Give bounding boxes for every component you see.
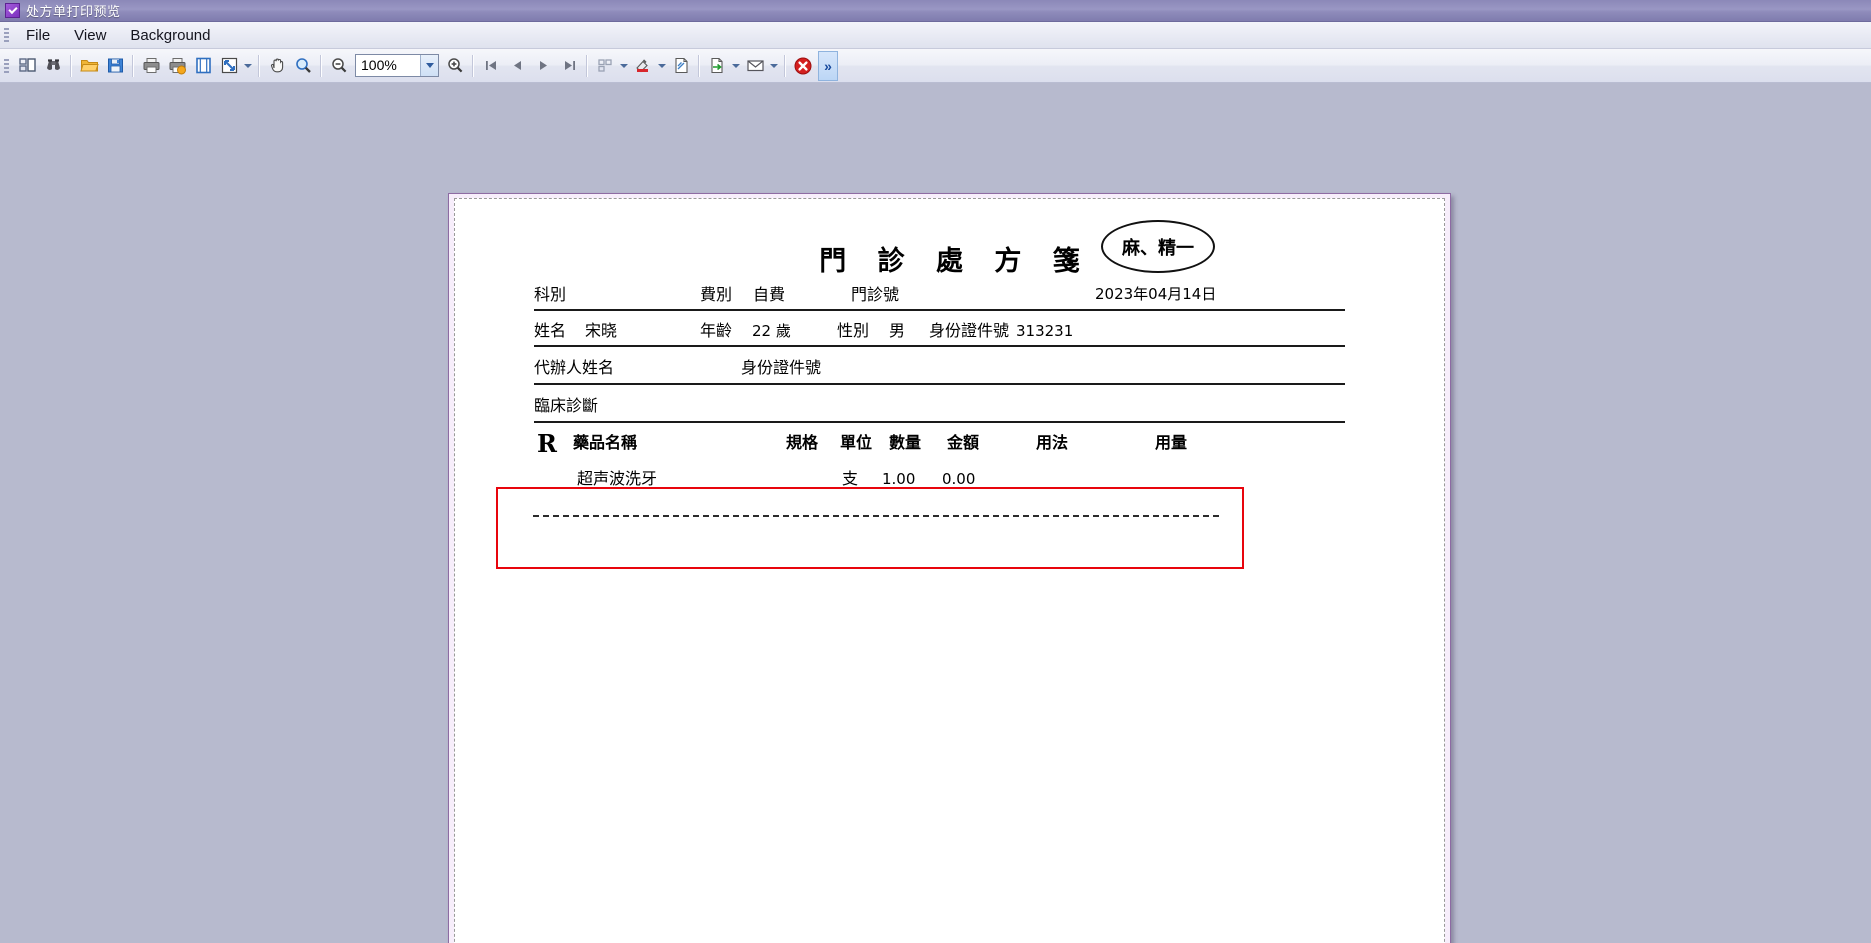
toolbar-separator — [784, 54, 786, 77]
export-dropdown-arrow[interactable] — [730, 53, 742, 79]
fee-value: 自費 — [753, 285, 786, 304]
search-icon[interactable] — [40, 53, 66, 79]
toolbar-separator — [258, 54, 260, 77]
quick-print-icon[interactable] — [164, 53, 190, 79]
print-icon[interactable] — [138, 53, 164, 79]
background-color-dropdown-arrow[interactable] — [656, 53, 668, 79]
zoom-level-value[interactable]: 100% — [356, 55, 420, 76]
toolbar-separator — [586, 54, 588, 77]
dashed-separator — [533, 515, 1219, 517]
column-header-amount: 金額 — [947, 433, 980, 452]
watermark-icon[interactable] — [668, 53, 694, 79]
menubar-grip[interactable] — [2, 26, 11, 44]
scale-icon[interactable] — [216, 53, 242, 79]
zoom-level-combobox[interactable]: 100% — [355, 54, 439, 77]
toolbar-separator — [472, 54, 474, 77]
column-header-spec: 規格 — [786, 433, 819, 452]
gender-label: 性別 — [837, 321, 870, 340]
toolbar-separator — [320, 54, 322, 77]
name-label: 姓名 — [534, 321, 567, 340]
toolbar-separator — [70, 54, 72, 77]
age-label: 年齡 — [700, 321, 733, 340]
page-content-area: 門 診 處 方 箋 麻、精一 科別 費別 自費 門診號 2023年04月14日 … — [454, 198, 1445, 943]
preview-workspace: 門 診 處 方 箋 麻、精一 科別 費別 自費 門診號 2023年04月14日 … — [0, 83, 1871, 943]
column-header-usage: 用法 — [1036, 433, 1069, 452]
table-row-amount: 0.00 — [942, 470, 976, 488]
mail-dropdown-arrow[interactable] — [768, 53, 780, 79]
zoom-in-icon[interactable] — [442, 53, 468, 79]
open-folder-icon[interactable] — [76, 53, 102, 79]
menu-bar: File View Background — [0, 22, 1871, 49]
page-title: 門 診 處 方 箋 — [819, 246, 1091, 277]
divider — [534, 345, 1345, 347]
document-map-icon[interactable] — [14, 53, 40, 79]
highlight-box — [496, 487, 1244, 569]
send-mail-icon[interactable] — [742, 53, 768, 79]
agent-id-label: 身份證件號 — [741, 358, 822, 377]
preview-page: 門 診 處 方 箋 麻、精一 科別 費別 自費 門診號 2023年04月14日 … — [448, 193, 1451, 943]
toolbar-overflow-button[interactable]: » — [818, 50, 838, 81]
save-icon[interactable] — [102, 53, 128, 79]
diagnosis-label: 臨床診斷 — [534, 396, 599, 415]
divider — [534, 383, 1345, 385]
hand-tool-icon[interactable] — [264, 53, 290, 79]
first-page-icon[interactable] — [478, 53, 504, 79]
status-badge: 麻、精一 — [1101, 220, 1215, 273]
multiple-pages-dropdown-arrow[interactable] — [618, 53, 630, 79]
previous-page-icon[interactable] — [504, 53, 530, 79]
dept-label: 科別 — [534, 285, 567, 304]
id-label: 身份證件號 — [929, 321, 1010, 340]
table-row-unit: 支 — [842, 469, 859, 488]
column-header-dosage: 用量 — [1155, 433, 1188, 452]
last-page-icon[interactable] — [556, 53, 582, 79]
column-header-unit: 單位 — [840, 433, 873, 452]
toolbar-grip[interactable] — [2, 57, 11, 75]
checkmark-icon — [5, 3, 20, 18]
menu-background[interactable]: Background — [118, 24, 222, 47]
age-value: 22 歲 — [752, 322, 791, 340]
visit-no-label: 門診號 — [851, 285, 900, 304]
name-value: 宋晓 — [585, 321, 618, 340]
next-page-icon[interactable] — [530, 53, 556, 79]
divider — [534, 309, 1345, 311]
zoom-out-icon[interactable] — [326, 53, 352, 79]
toolbar-separator — [698, 54, 700, 77]
print-preview-window: 处方单打印预览 File View Background 100% » 門 診 … — [0, 0, 1871, 943]
agent-name-label: 代辦人姓名 — [534, 358, 615, 377]
toolbar-separator — [132, 54, 134, 77]
multiple-pages-icon[interactable] — [592, 53, 618, 79]
prescription-date: 2023年04月14日 — [1095, 285, 1217, 303]
export-document-icon[interactable] — [704, 53, 730, 79]
magnifier-icon[interactable] — [290, 53, 316, 79]
divider — [534, 421, 1345, 423]
rx-symbol: R — [537, 429, 557, 458]
table-row-quantity: 1.00 — [882, 470, 916, 488]
title-bar: 处方单打印预览 — [0, 0, 1871, 22]
page-setup-icon[interactable] — [190, 53, 216, 79]
column-header-drug-name: 藥品名稱 — [573, 433, 638, 452]
menu-view[interactable]: View — [62, 24, 118, 47]
table-row-drug-name: 超声波洗牙 — [577, 469, 658, 488]
prescription-document: 門 診 處 方 箋 麻、精一 科別 費別 自費 門診號 2023年04月14日 … — [455, 199, 1444, 943]
column-header-quantity: 數量 — [889, 433, 922, 452]
menu-file[interactable]: File — [14, 24, 62, 47]
scale-dropdown-arrow[interactable] — [242, 53, 254, 79]
fee-label: 費別 — [700, 285, 733, 304]
toolbar: 100% » — [0, 49, 1871, 83]
gender-value: 男 — [889, 321, 906, 340]
chevron-down-icon[interactable] — [420, 55, 438, 76]
background-color-icon[interactable] — [630, 53, 656, 79]
id-value: 313231 — [1016, 322, 1074, 340]
close-preview-icon[interactable] — [790, 53, 816, 79]
window-title: 处方单打印预览 — [26, 4, 121, 19]
